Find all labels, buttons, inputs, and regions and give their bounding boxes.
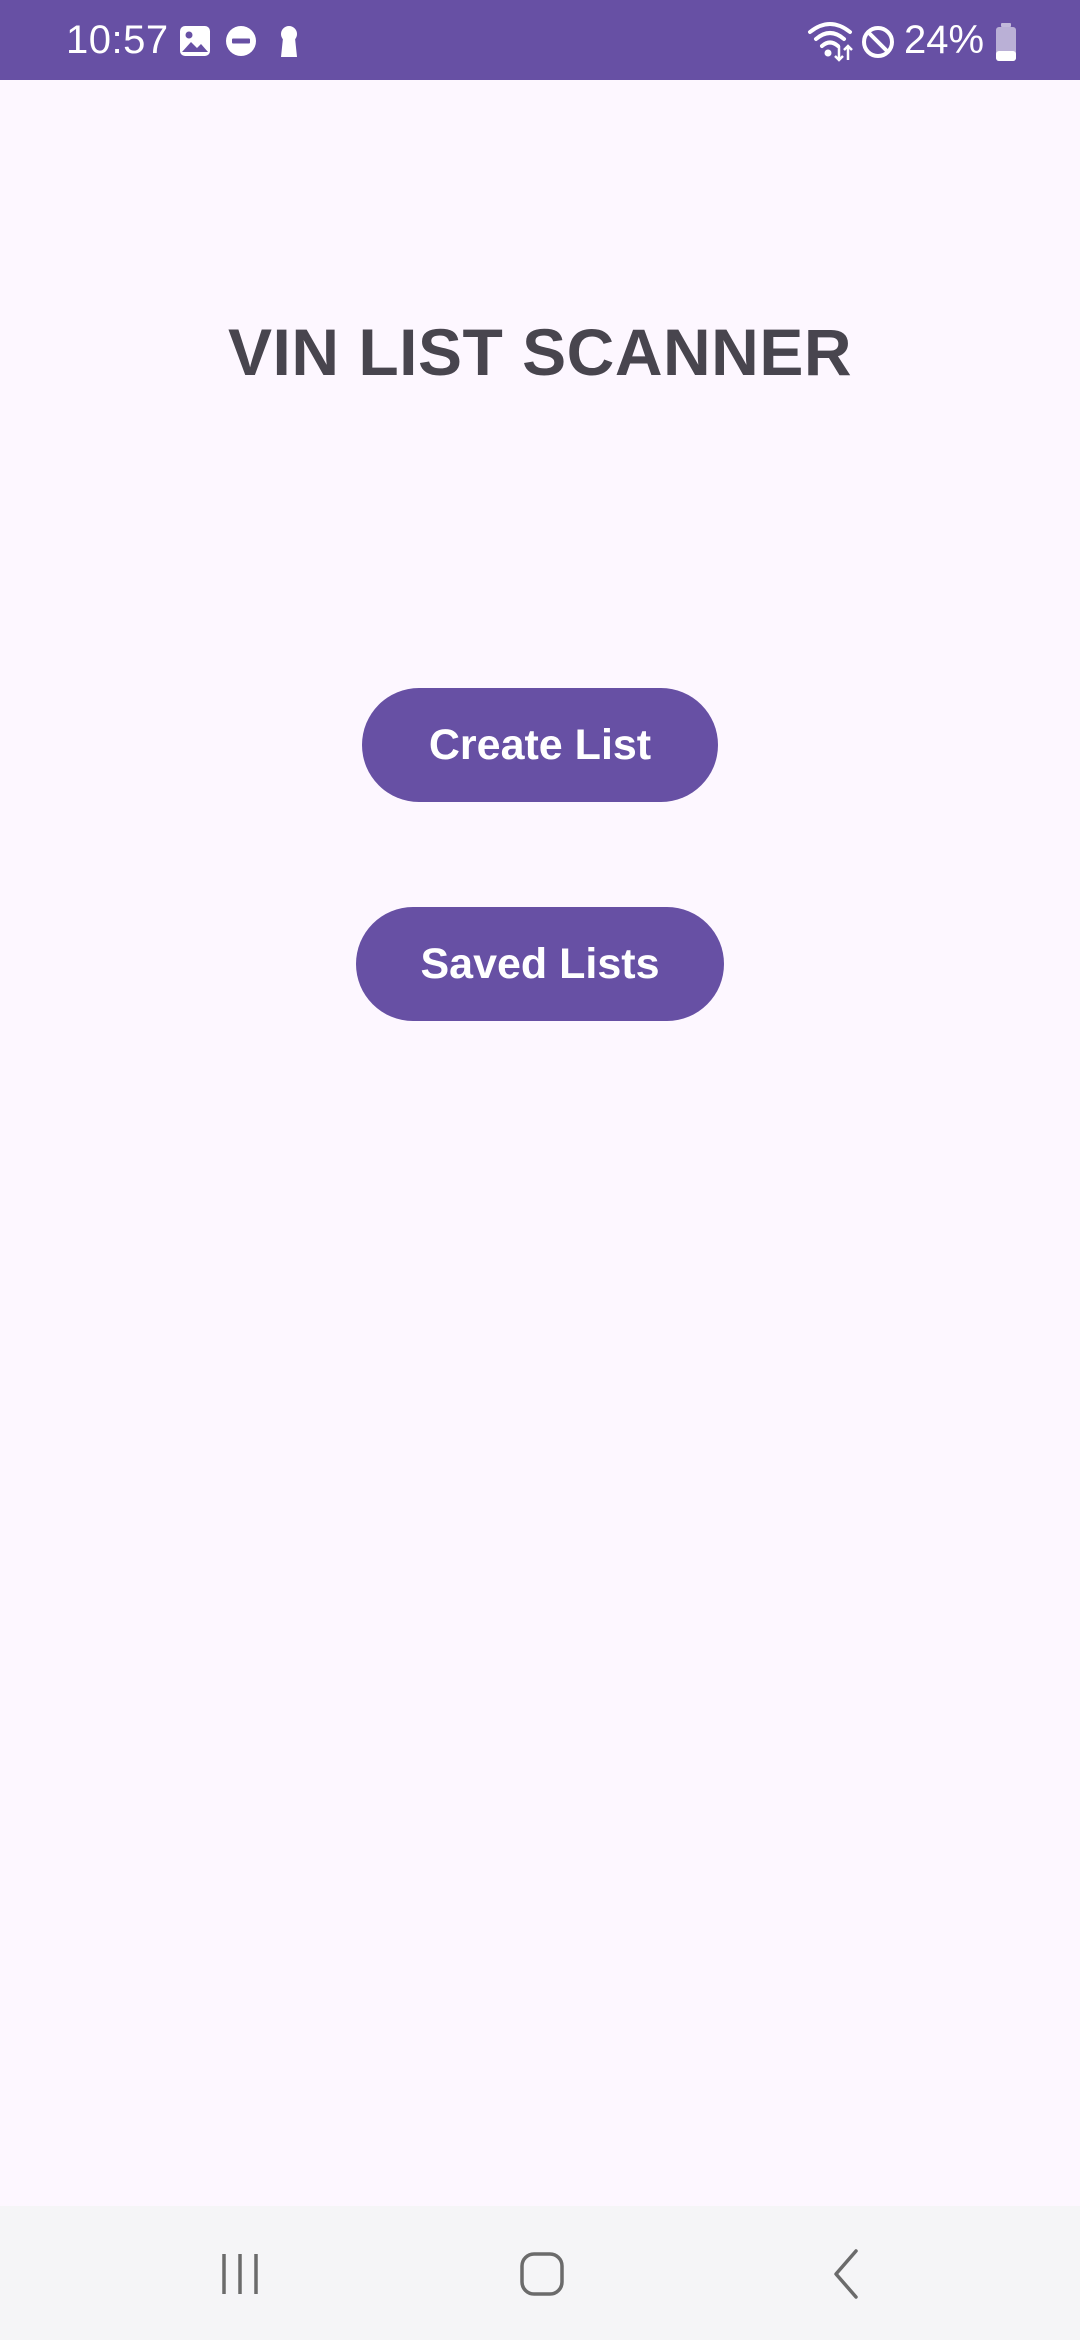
saved-lists-button[interactable]: Saved Lists xyxy=(356,907,724,1021)
do-not-disturb-icon xyxy=(226,26,256,56)
battery-icon xyxy=(996,23,1016,61)
wifi-icon xyxy=(808,22,853,62)
recent-apps-icon xyxy=(222,2254,258,2294)
home-button[interactable] xyxy=(482,2226,602,2322)
gallery-icon xyxy=(180,26,210,56)
status-time: 10:57 xyxy=(66,18,169,62)
blocked-icon xyxy=(862,26,894,58)
create-list-button[interactable]: Create List xyxy=(362,688,718,802)
battery-percentage: 24% xyxy=(904,18,985,62)
back-icon xyxy=(834,2249,858,2299)
keyhole-icon xyxy=(281,26,297,57)
recent-apps-button[interactable] xyxy=(180,2226,300,2322)
back-button[interactable] xyxy=(786,2226,906,2322)
navigation-bar xyxy=(0,2206,1080,2340)
home-icon xyxy=(520,2252,564,2296)
app-title: VIN LIST SCANNER xyxy=(227,315,853,389)
status-bar: 10:57 24% xyxy=(0,0,1080,80)
